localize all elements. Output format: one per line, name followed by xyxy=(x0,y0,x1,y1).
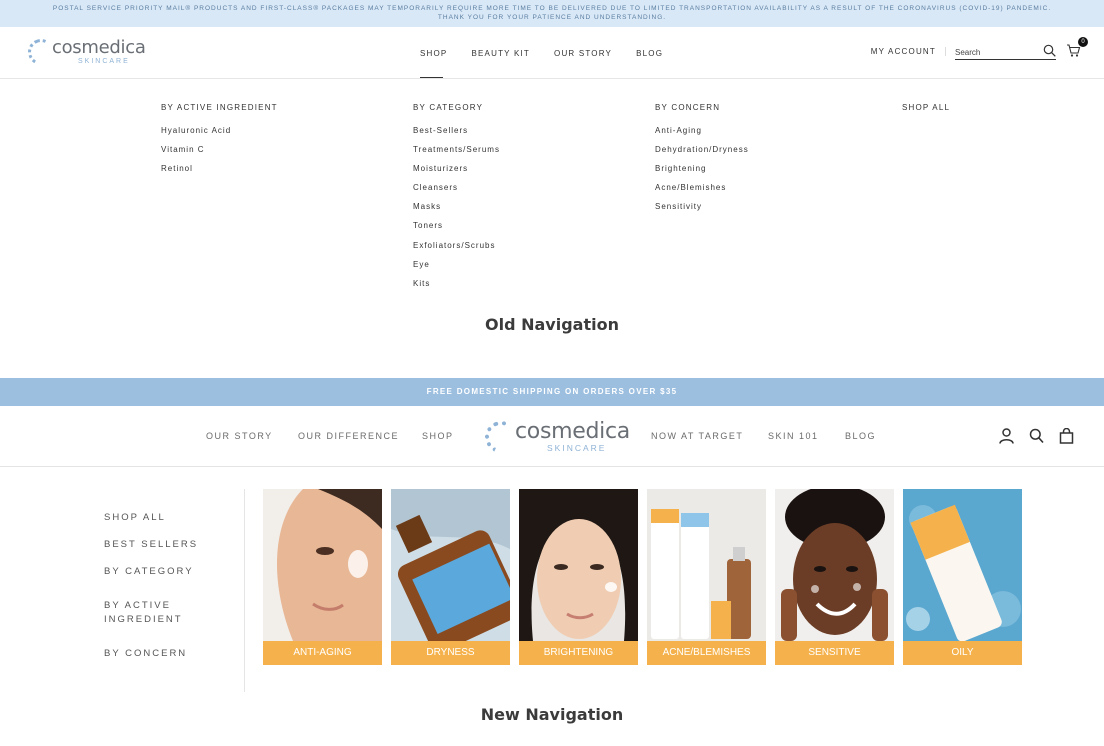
sidebar-item-shop-all[interactable]: SHOP ALL xyxy=(104,511,166,525)
mega-link[interactable]: Exfoliators/Scrubs xyxy=(413,240,500,259)
mega-link[interactable]: Retinol xyxy=(161,163,278,182)
concern-tile-sensitive[interactable]: SENSITIVE xyxy=(775,489,894,665)
nav-item-our-difference[interactable]: OUR DIFFERENCE xyxy=(298,431,399,441)
old-header: cosmedica SKINCARE SHOP BEAUTY KIT OUR S… xyxy=(0,27,1104,79)
tile-label: ANTI-AGING xyxy=(263,641,382,665)
logo-sub: SKINCARE xyxy=(78,58,130,65)
new-header-icons xyxy=(999,427,1074,444)
menu-item-beauty-kit[interactable]: BEAUTY KIT xyxy=(471,49,530,58)
sidebar-item-by-concern[interactable]: BY CONCERN xyxy=(104,647,187,661)
concern-tile-dryness[interactable]: DRYNESS xyxy=(391,489,510,665)
tile-photo-face xyxy=(775,489,894,641)
mega-link[interactable]: Anti-Aging xyxy=(655,125,749,144)
mega-link[interactable]: Kits xyxy=(413,278,500,297)
mega-link[interactable]: Moisturizers xyxy=(413,163,500,182)
nav-item-blog[interactable]: BLOG xyxy=(845,431,876,441)
cart-button[interactable]: 0 xyxy=(1066,37,1088,62)
mega-heading-shop-all[interactable]: SHOP ALL xyxy=(902,100,950,125)
old-main-menu: SHOP BEAUTY KIT OUR STORY BLOG xyxy=(420,49,687,78)
mega-link[interactable]: Acne/Blemishes xyxy=(655,182,749,201)
search-input[interactable] xyxy=(955,44,1041,61)
search-icon[interactable] xyxy=(1029,428,1044,444)
bag-icon[interactable] xyxy=(1059,427,1074,444)
logo-sub: SKINCARE xyxy=(547,443,607,453)
mega-link[interactable]: Eye xyxy=(413,259,500,278)
logo-brand: cosmedica xyxy=(515,419,630,444)
mega-link[interactable]: Vitamin C xyxy=(161,144,278,163)
mega-link[interactable]: Brightening xyxy=(655,163,749,182)
concern-tile-brightening[interactable]: BRIGHTENING xyxy=(519,489,638,665)
menu-item-blog[interactable]: BLOG xyxy=(636,49,663,58)
menu-item-shop[interactable]: SHOP xyxy=(420,49,447,78)
old-header-right: MY ACCOUNT 0 xyxy=(871,37,1088,62)
new-navigation-caption: New Navigation xyxy=(480,705,624,724)
sidebar-item-by-category[interactable]: BY CATEGORY xyxy=(104,565,194,579)
tile-label: BRIGHTENING xyxy=(519,641,638,665)
old-search-box xyxy=(955,42,1056,62)
sidebar-item-by-active-ingredient[interactable]: BY ACTIVE INGREDIENT xyxy=(104,599,214,627)
mega-menu: BY ACTIVE INGREDIENT Hyaluronic Acid Vit… xyxy=(0,100,1104,300)
covid-notice-bar: POSTAL SERVICE PRIORITY MAIL® PRODUCTS A… xyxy=(0,0,1104,27)
promo-bar: FREE DOMESTIC SHIPPING ON ORDERS OVER $3… xyxy=(0,378,1104,406)
old-logo[interactable]: cosmedica SKINCARE xyxy=(24,35,146,69)
mega-link[interactable]: Dehydration/Dryness xyxy=(655,144,749,163)
tile-photo-face xyxy=(519,489,638,641)
tile-label: SENSITIVE xyxy=(775,641,894,665)
concern-tile-oily[interactable]: OILY xyxy=(903,489,1022,665)
nav-item-skin-101[interactable]: SKIN 101 xyxy=(768,431,819,441)
concern-tile-anti-aging[interactable]: ANTI-AGING xyxy=(263,489,382,665)
mega-link[interactable]: Treatments/Serums xyxy=(413,144,500,163)
mega-link[interactable]: Cleansers xyxy=(413,182,500,201)
my-account-link[interactable]: MY ACCOUNT xyxy=(871,46,946,56)
covid-notice-text: POSTAL SERVICE PRIORITY MAIL® PRODUCTS A… xyxy=(52,5,1052,21)
tile-photo-tube-water xyxy=(903,489,1022,641)
tile-label: DRYNESS xyxy=(391,641,510,665)
nav-item-shop[interactable]: SHOP xyxy=(422,431,454,441)
tile-photo-products xyxy=(647,489,766,641)
mega-heading[interactable]: BY CATEGORY xyxy=(413,100,500,125)
old-navigation-caption: Old Navigation xyxy=(485,315,619,334)
nav-item-now-at-target[interactable]: NOW AT TARGET xyxy=(651,431,743,441)
mega-col-active-ingredient: BY ACTIVE INGREDIENT Hyaluronic Acid Vit… xyxy=(161,100,278,182)
logo-brand: cosmedica xyxy=(52,37,146,58)
mega-link[interactable]: Best-Sellers xyxy=(413,125,500,144)
promo-text: FREE DOMESTIC SHIPPING ON ORDERS OVER $3… xyxy=(426,387,678,396)
cart-count-badge: 0 xyxy=(1078,37,1088,47)
sidebar-divider xyxy=(244,489,245,692)
concern-tile-acne-blemishes[interactable]: ACNE/BLEMISHES xyxy=(647,489,766,665)
mega-col-shop-all: SHOP ALL xyxy=(902,100,950,125)
mega-heading[interactable]: BY CONCERN xyxy=(655,100,749,125)
search-icon[interactable] xyxy=(1043,44,1056,62)
mega-link[interactable]: Sensitivity xyxy=(655,201,749,220)
tile-label: OILY xyxy=(903,641,1022,665)
menu-item-our-story[interactable]: OUR STORY xyxy=(554,49,612,58)
mega-heading[interactable]: BY ACTIVE INGREDIENT xyxy=(161,100,278,125)
sidebar-item-best-sellers[interactable]: BEST SELLERS xyxy=(104,538,198,552)
account-icon[interactable] xyxy=(999,428,1014,444)
nav-item-our-story[interactable]: OUR STORY xyxy=(206,431,273,441)
tile-photo-face xyxy=(263,489,382,641)
tile-label: ACNE/BLEMISHES xyxy=(647,641,766,665)
mega-link[interactable]: Hyaluronic Acid xyxy=(161,125,278,144)
new-header: OUR STORY OUR DIFFERENCE SHOP cosmedica … xyxy=(0,406,1104,467)
mega-col-category: BY CATEGORY Best-Sellers Treatments/Seru… xyxy=(413,100,500,297)
cart-icon xyxy=(1066,44,1081,62)
mega-col-concern: BY CONCERN Anti-Aging Dehydration/Drynes… xyxy=(655,100,749,220)
tile-photo-serum-bottle xyxy=(391,489,510,641)
new-logo[interactable]: cosmedica SKINCARE xyxy=(480,415,630,458)
mega-link[interactable]: Masks xyxy=(413,201,500,220)
mega-link[interactable]: Toners xyxy=(413,220,500,239)
